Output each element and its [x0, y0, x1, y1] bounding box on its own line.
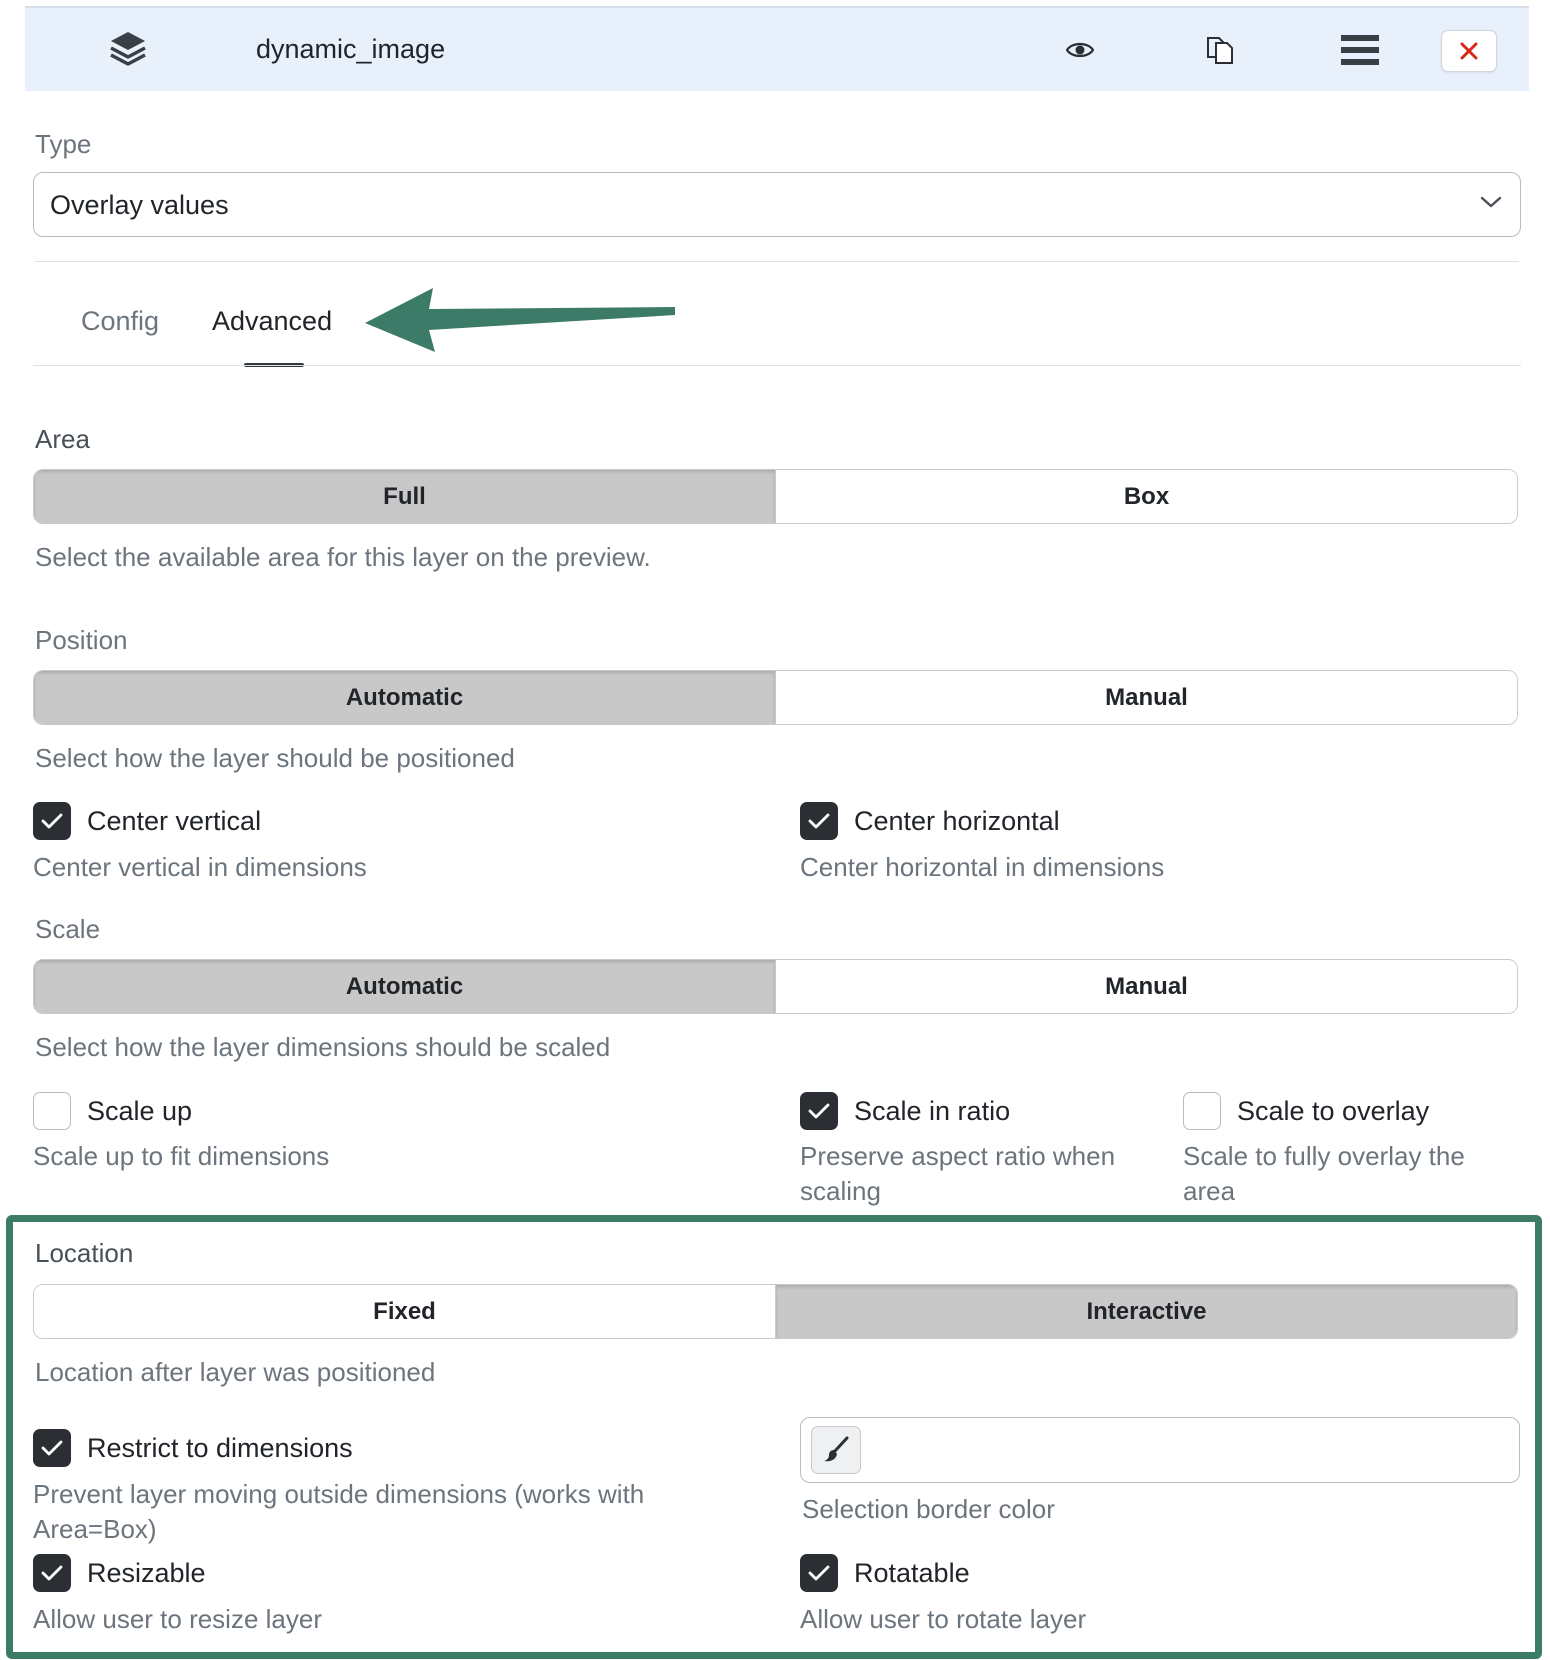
- area-label: Area: [35, 424, 90, 454]
- position-label: Position: [35, 625, 128, 655]
- selection-border-color-desc: Selection border color: [802, 1494, 1055, 1524]
- center-horizontal-checkbox[interactable]: [800, 802, 838, 840]
- rotatable-label[interactable]: Rotatable: [854, 1558, 970, 1589]
- checkmark-icon: [41, 1440, 63, 1456]
- restrict-dimensions-label[interactable]: Restrict to dimensions: [87, 1433, 353, 1464]
- scale-label: Scale: [35, 914, 101, 944]
- color-picker-button[interactable]: [811, 1426, 861, 1474]
- layer-header: dynamic_image: [25, 6, 1529, 91]
- location-option-interactive[interactable]: Interactive: [775, 1285, 1517, 1338]
- area-option-full[interactable]: Full: [34, 470, 775, 523]
- checkmark-icon: [808, 813, 830, 829]
- restrict-dimensions-checkbox[interactable]: [33, 1429, 71, 1467]
- annotation-arrow-icon: [365, 288, 675, 352]
- checkmark-icon: [808, 1565, 830, 1581]
- brush-icon: [824, 1436, 849, 1462]
- resizable-desc: Allow user to resize layer: [33, 1604, 322, 1634]
- position-option-manual[interactable]: Manual: [775, 671, 1517, 724]
- checkmark-icon: [41, 1565, 63, 1581]
- scale-in-ratio-checkbox[interactable]: [800, 1092, 838, 1130]
- scale-hint: Select how the layer dimensions should b…: [35, 1032, 611, 1062]
- location-toggle: Fixed Interactive: [33, 1284, 1518, 1339]
- selection-border-color-field[interactable]: [800, 1417, 1520, 1483]
- scale-in-ratio-desc-2: scaling: [800, 1176, 881, 1206]
- location-option-fixed[interactable]: Fixed: [34, 1285, 775, 1338]
- layers-icon: [108, 30, 148, 70]
- area-hint: Select the available area for this layer…: [35, 542, 651, 572]
- location-hint: Location after layer was positioned: [35, 1357, 436, 1387]
- scale-in-ratio-label[interactable]: Scale in ratio: [854, 1096, 1010, 1127]
- center-vertical-label[interactable]: Center vertical: [87, 806, 261, 837]
- scale-to-overlay-desc: Scale to fully overlay the: [1183, 1141, 1465, 1171]
- scale-to-overlay-label[interactable]: Scale to overlay: [1237, 1096, 1429, 1127]
- scale-up-desc: Scale up to fit dimensions: [33, 1141, 330, 1171]
- center-vertical-desc: Center vertical in dimensions: [33, 852, 367, 882]
- scale-in-ratio-desc: Preserve aspect ratio when: [800, 1141, 1116, 1171]
- type-select-value: Overlay values: [50, 190, 229, 220]
- scale-to-overlay-desc-2: area: [1183, 1176, 1236, 1206]
- center-vertical-checkbox[interactable]: [33, 802, 71, 840]
- restrict-dimensions-desc: Prevent layer moving outside dimensions …: [33, 1479, 645, 1509]
- center-horizontal-desc: Center horizontal in dimensions: [800, 852, 1165, 882]
- type-select[interactable]: Overlay values: [33, 172, 1521, 237]
- checkmark-icon: [41, 813, 63, 829]
- copy-icon[interactable]: [1200, 30, 1240, 70]
- menu-icon[interactable]: [1340, 30, 1380, 70]
- eye-icon[interactable]: [1060, 30, 1100, 70]
- close-button[interactable]: [1441, 30, 1497, 72]
- tabs-divider: [33, 365, 1521, 366]
- scale-option-automatic[interactable]: Automatic: [34, 960, 775, 1013]
- location-label: Location: [35, 1238, 134, 1268]
- scale-option-manual[interactable]: Manual: [775, 960, 1517, 1013]
- position-hint: Select how the layer should be positione…: [35, 743, 515, 773]
- tab-config[interactable]: Config: [81, 306, 159, 337]
- type-label: Type: [35, 129, 92, 159]
- rotatable-checkbox[interactable]: [800, 1554, 838, 1592]
- area-toggle: Full Box: [33, 469, 1518, 524]
- scale-up-checkbox[interactable]: [33, 1092, 71, 1130]
- position-toggle: Automatic Manual: [33, 670, 1518, 725]
- resizable-label[interactable]: Resizable: [87, 1558, 206, 1589]
- rotatable-desc: Allow user to rotate layer: [800, 1604, 1087, 1634]
- restrict-dimensions-desc-2: Area=Box): [33, 1514, 157, 1544]
- position-option-automatic[interactable]: Automatic: [34, 671, 775, 724]
- tab-advanced[interactable]: Advanced: [212, 306, 332, 337]
- close-icon: [1460, 42, 1478, 60]
- center-horizontal-label[interactable]: Center horizontal: [854, 806, 1060, 837]
- divider: [35, 261, 1519, 262]
- checkmark-icon: [808, 1103, 830, 1119]
- layer-name[interactable]: dynamic_image: [256, 34, 445, 65]
- scale-up-label[interactable]: Scale up: [87, 1096, 192, 1127]
- chevron-down-icon: [1480, 195, 1502, 214]
- area-option-box[interactable]: Box: [775, 470, 1517, 523]
- scale-toggle: Automatic Manual: [33, 959, 1518, 1014]
- resizable-checkbox[interactable]: [33, 1554, 71, 1592]
- scale-to-overlay-checkbox[interactable]: [1183, 1092, 1221, 1130]
